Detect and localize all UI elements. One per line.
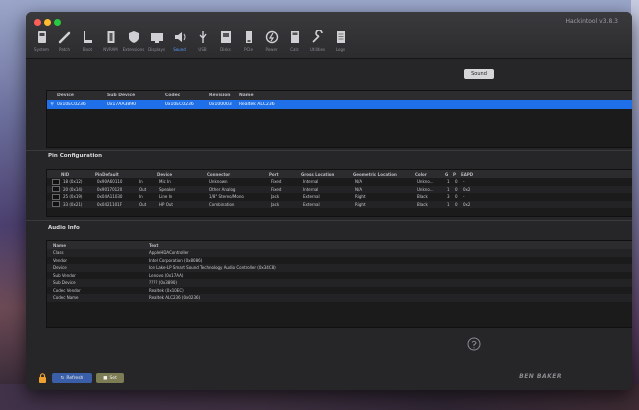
pin-configuration-title: Pin Configuration xyxy=(48,153,103,159)
nvram-icon xyxy=(107,30,114,43)
tab-sound[interactable]: Sound xyxy=(168,28,191,56)
tab-label: Sound xyxy=(173,47,186,52)
tab-label: Utilities xyxy=(309,47,326,52)
extensions-icon xyxy=(128,30,139,43)
tab-label: NVRAM xyxy=(103,47,118,52)
system-icon xyxy=(37,30,46,43)
column-header[interactable]: Revision xyxy=(209,93,239,98)
tab-utilities[interactable]: Utilities xyxy=(306,28,329,56)
audio-info-title: Audio Info xyxy=(48,225,80,231)
divider xyxy=(26,220,632,221)
patch-icon xyxy=(58,31,70,43)
displays-icon xyxy=(150,32,163,43)
tab-displays[interactable]: Displays xyxy=(145,28,168,56)
audio-table-header: Name Text xyxy=(47,241,632,249)
set-button[interactable]: ■ Set xyxy=(96,373,124,383)
desktop-wallpaper-edge xyxy=(631,0,639,410)
column-header[interactable]: Codec xyxy=(165,93,209,98)
tab-boot[interactable]: Boot xyxy=(76,28,99,56)
brand-logo: BEN BAKER xyxy=(519,373,562,380)
table-row[interactable]: Device Ice Lake-LP Smart Sound Technolog… xyxy=(47,264,632,272)
tab-extensions[interactable]: Extensions xyxy=(122,28,145,56)
tab-label: Calc xyxy=(290,47,299,52)
audio-info-table: Name Text Class AppleHDAController Vendo… xyxy=(46,240,632,328)
power-icon xyxy=(265,30,278,43)
tab-label: Logs xyxy=(335,47,346,52)
codec-table: Device Sub Device Codec Revision Name ⚲ … xyxy=(46,90,632,148)
close-window-button[interactable] xyxy=(34,19,41,26)
utilities-icon xyxy=(311,29,323,43)
sound-button[interactable]: Sound xyxy=(464,69,494,79)
tab-pcie[interactable]: PCIe xyxy=(237,28,260,56)
table-row[interactable]: Class AppleHDAController xyxy=(47,249,632,257)
pcie-icon xyxy=(245,30,252,43)
table-row[interactable]: Sub Vendor Lenovo (0x17AA) xyxy=(47,272,632,280)
tab-label: Extensions xyxy=(122,47,145,52)
tab-label: Patch xyxy=(59,47,70,52)
column-header[interactable]: Name xyxy=(239,93,359,98)
footer-bar: ↻ Refresh ■ Set BEN BAKER xyxy=(26,367,632,390)
color-swatch xyxy=(52,178,60,185)
divider xyxy=(26,150,632,151)
tab-power[interactable]: Power xyxy=(260,28,283,56)
refresh-button[interactable]: ↻ Refresh xyxy=(52,373,92,383)
logs-icon xyxy=(336,30,345,43)
tab-patch[interactable]: Patch xyxy=(53,28,76,56)
calc-icon xyxy=(290,30,299,43)
tab-system[interactable]: System xyxy=(30,28,53,56)
table-row[interactable]: Sub Device ???? (0x3890) xyxy=(47,279,632,287)
toolbar: System Patch Boot NVRAM Extensions Displ… xyxy=(30,28,352,56)
tab-label: Boot xyxy=(82,47,93,52)
pin-table-header: NID PinDefault Device Connector Port Gro… xyxy=(47,170,632,178)
usb-icon xyxy=(199,30,207,43)
tab-label: PCIe xyxy=(244,47,253,52)
tab-label: USB xyxy=(198,47,207,52)
tab-label: System xyxy=(34,47,49,52)
hackintool-window: Hackintool v3.8.3 System Patch Boot NVRA… xyxy=(26,12,632,390)
table-row[interactable]: 20 (0x14) 0x90170120 Out Speaker Other A… xyxy=(47,185,632,193)
table-row[interactable]: 25 (0x19) 0x04A11030 In Line In 1/8" Ste… xyxy=(47,193,632,201)
table-row[interactable]: ⚲ 0x10EC0236 0x17AA3890 0x10EC0236 0x100… xyxy=(47,100,632,109)
window-title: Hackintool v3.8.3 xyxy=(565,18,618,25)
tab-usb[interactable]: USB xyxy=(191,28,214,56)
tab-disks[interactable]: Disks xyxy=(214,28,237,56)
folder-icon: ■ xyxy=(103,375,108,381)
column-header[interactable]: Sub Device xyxy=(107,93,165,98)
sound-icon xyxy=(174,31,185,42)
color-swatch xyxy=(52,193,60,200)
tab-label: Disks xyxy=(220,47,231,52)
color-swatch xyxy=(52,201,60,208)
refresh-icon: ↻ xyxy=(60,375,65,381)
table-row[interactable]: 33 (0x21) 0x0421101F Out HP Out Combinat… xyxy=(47,200,632,208)
tab-label: Displays xyxy=(148,47,165,52)
table-row[interactable]: Codec Vendor Realtek (0x10EC) xyxy=(47,287,632,295)
help-icon[interactable] xyxy=(467,337,481,351)
tab-calc[interactable]: Calc xyxy=(283,28,306,56)
table-row[interactable]: Vendor Intel Corporation (0x8086) xyxy=(47,257,632,265)
tab-label: Power xyxy=(265,47,278,52)
lock-icon[interactable] xyxy=(38,373,47,383)
zoom-window-button[interactable] xyxy=(54,19,61,26)
tab-logs[interactable]: Logs xyxy=(329,28,352,56)
search-icon: ⚲ xyxy=(50,102,54,107)
disks-icon xyxy=(220,30,231,43)
titlebar: Hackintool v3.8.3 System Patch Boot NVRA… xyxy=(26,12,632,59)
pin-configuration-table: NID PinDefault Device Connector Port Gro… xyxy=(46,169,632,217)
color-swatch xyxy=(52,186,60,193)
table-row[interactable]: 18 (0x12) 0x90A60110 In Mic In Unknown F… xyxy=(47,178,632,186)
column-header[interactable]: Device xyxy=(47,93,107,98)
minimize-window-button[interactable] xyxy=(44,19,51,26)
tab-nvram[interactable]: NVRAM xyxy=(99,28,122,56)
table-row[interactable]: Codec Name Realtek ALC236 (0x0236) xyxy=(47,294,632,302)
boot-icon xyxy=(83,30,92,43)
codec-table-header: Device Sub Device Codec Revision Name xyxy=(47,91,632,100)
